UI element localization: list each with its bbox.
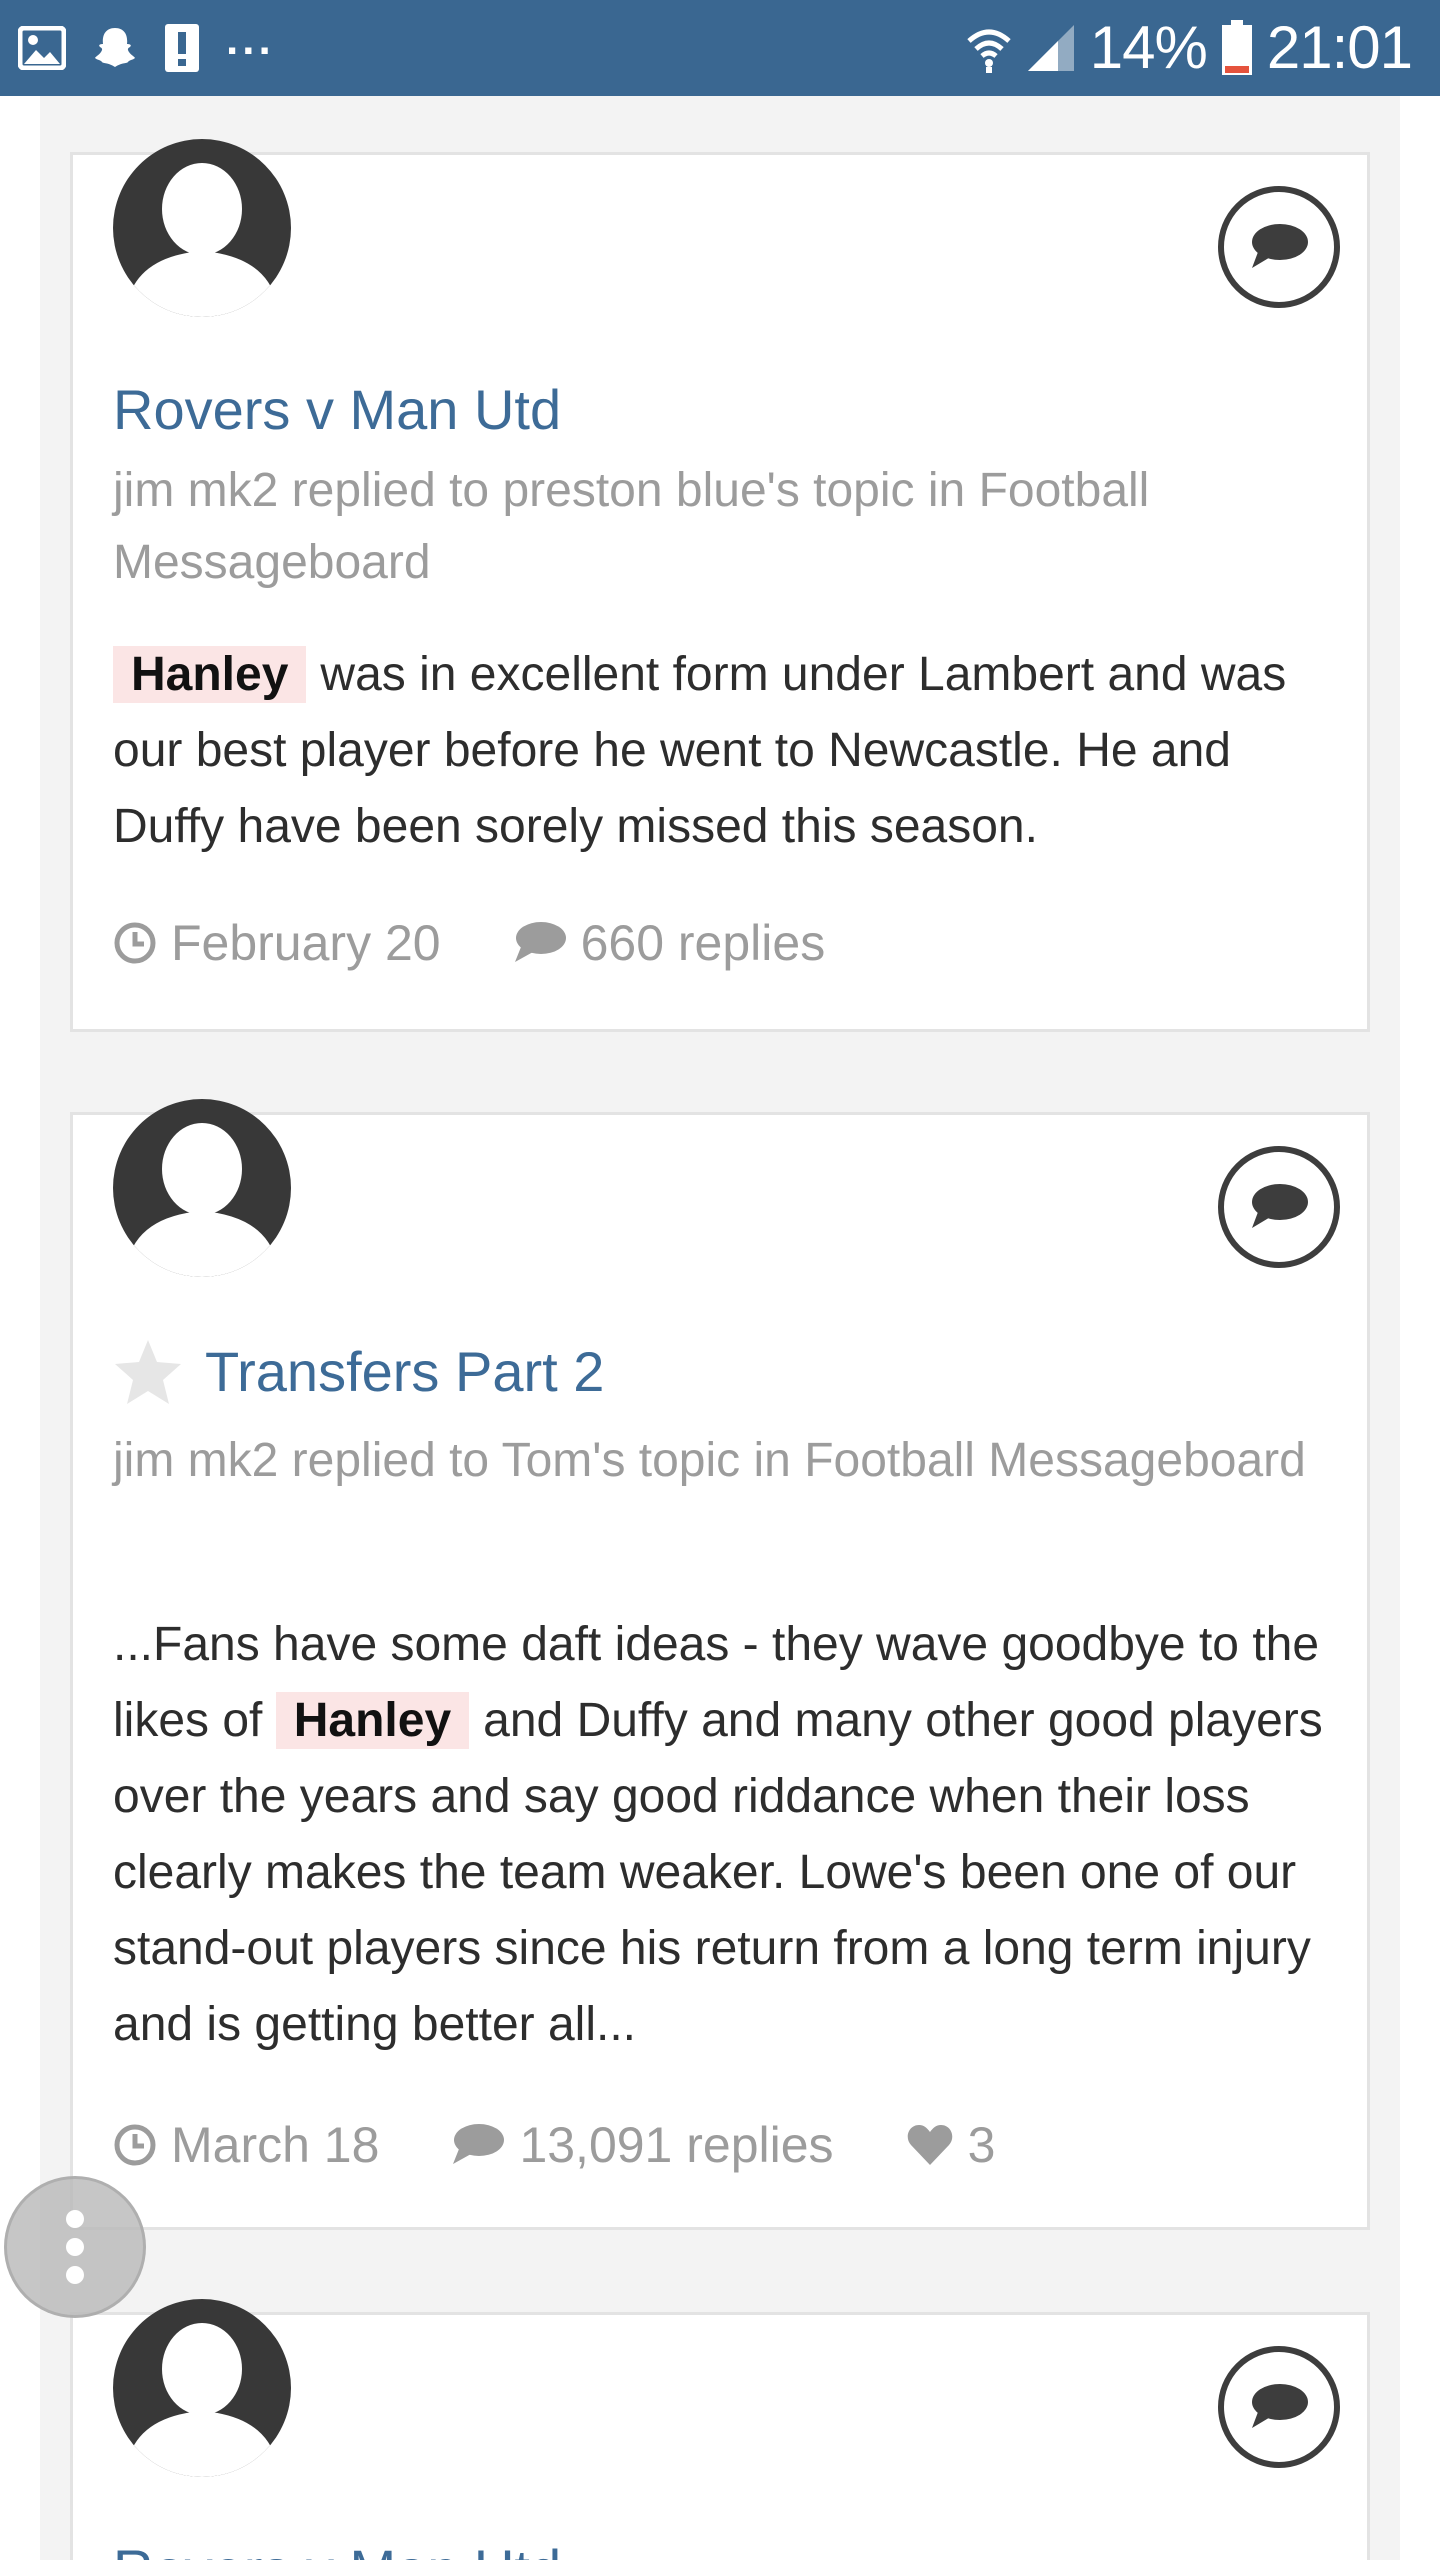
battery-percent: 14% bbox=[1089, 14, 1208, 81]
reply-count: 13,091 replies bbox=[451, 2115, 834, 2175]
avatar[interactable] bbox=[113, 2299, 291, 2477]
activity-card: Rovers v Man Utd jim mk2 replied to pres… bbox=[70, 139, 1370, 1032]
gallery-icon bbox=[18, 26, 66, 70]
reply-count-text: 13,091 replies bbox=[519, 2117, 834, 2173]
wifi-icon bbox=[966, 23, 1012, 73]
reply-type-badge bbox=[1218, 186, 1340, 308]
avatar[interactable] bbox=[113, 139, 291, 317]
post-snippet: Hanley was in excellent form under Lamber… bbox=[113, 637, 1343, 865]
activity-meta: jim mk2 replied to preston blue's topic … bbox=[113, 464, 1150, 589]
post-date[interactable]: March 18 bbox=[113, 2115, 379, 2175]
clock: 21:01 bbox=[1266, 14, 1413, 81]
comment-icon bbox=[453, 2124, 505, 2164]
topic-title-link[interactable]: Rovers v Man Utd bbox=[113, 375, 561, 445]
like-count-text: 3 bbox=[967, 2117, 996, 2173]
search-highlight: Hanley bbox=[275, 1692, 470, 1749]
reply-count: 660 replies bbox=[513, 913, 826, 973]
heart-icon bbox=[907, 2125, 952, 2165]
post-stats: March 18 13,091 replies 3 bbox=[113, 2115, 1067, 2175]
post-snippet: ...Fans have some daft ideas - they wave… bbox=[113, 1607, 1343, 2063]
reply-type-badge bbox=[1218, 1146, 1340, 1268]
clock-icon bbox=[114, 922, 156, 964]
more-notifications-indicator: ... bbox=[226, 15, 275, 64]
more-options-dot bbox=[66, 2238, 84, 2256]
activity-meta: jim mk2 replied to Tom's topic in Footba… bbox=[113, 1434, 1306, 1487]
notification-icons: ... bbox=[18, 18, 275, 78]
topic-title-link[interactable]: Rovers v Man Utd bbox=[113, 2535, 561, 2560]
snapchat-icon bbox=[92, 25, 138, 71]
avatar[interactable] bbox=[113, 1099, 291, 1277]
system-indicators: 14% 21:01 bbox=[966, 14, 1413, 82]
post-date[interactable]: February 20 bbox=[113, 913, 441, 973]
topic-title-link[interactable]: Transfers Part 2 bbox=[205, 1337, 604, 1407]
reply-type-badge bbox=[1218, 2346, 1340, 2468]
reply-count-text: 660 replies bbox=[580, 915, 826, 971]
post-stats: February 20 660 replies bbox=[113, 913, 897, 973]
post-date-text: March 18 bbox=[171, 2117, 380, 2173]
activity-card: Rovers v Man Utd bbox=[70, 2299, 1370, 2560]
activity-card: Transfers Part 2 jim mk2 replied to Tom'… bbox=[70, 1099, 1370, 2230]
like-count[interactable]: 3 bbox=[906, 2115, 996, 2175]
post-date-text: February 20 bbox=[171, 915, 441, 971]
signal-icon bbox=[1026, 23, 1076, 73]
floating-options-button[interactable] bbox=[4, 2176, 146, 2318]
user-silhouette-icon bbox=[125, 163, 279, 317]
clock-icon bbox=[114, 2124, 156, 2166]
comment-bubble-icon bbox=[1252, 224, 1308, 268]
status-bar: ... 14% 21:01 bbox=[0, 0, 1440, 96]
star-icon[interactable] bbox=[113, 1337, 183, 1407]
user-silhouette-icon bbox=[125, 2323, 279, 2477]
search-highlight: Hanley bbox=[113, 646, 307, 703]
user-silhouette-icon bbox=[125, 1123, 279, 1277]
battery-icon bbox=[1221, 20, 1253, 76]
alert-icon bbox=[164, 23, 200, 73]
comment-bubble-icon bbox=[1252, 1184, 1308, 1228]
comment-bubble-icon bbox=[1252, 2384, 1308, 2428]
comment-icon bbox=[514, 922, 566, 962]
more-options-dot bbox=[66, 2266, 84, 2284]
more-options-dot bbox=[66, 2210, 84, 2228]
